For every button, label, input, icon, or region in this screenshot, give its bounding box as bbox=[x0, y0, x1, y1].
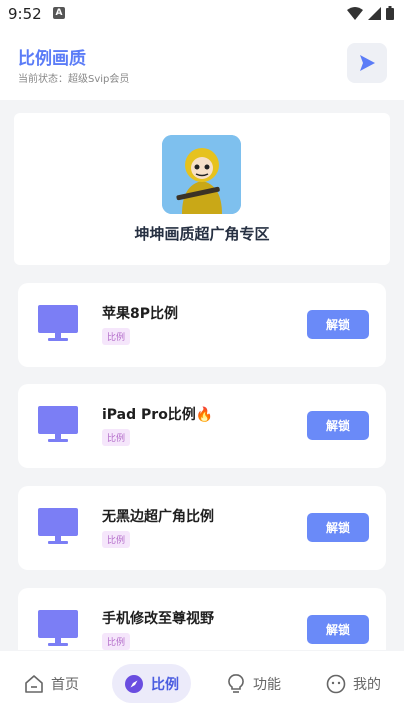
item-name: 手机修改至尊视野 bbox=[102, 611, 214, 627]
lightbulb-icon bbox=[228, 673, 244, 693]
system-icons bbox=[347, 6, 394, 20]
unlock-button[interactable]: 解锁 bbox=[307, 411, 369, 440]
battery-icon bbox=[386, 6, 394, 20]
bottom-navigation: 首页 比例 功能 我的 bbox=[0, 651, 404, 718]
list-item[interactable]: iPad Pro比例🔥 比例 解锁 bbox=[18, 384, 386, 468]
ratio-list[interactable]: 苹果8P比例 比例 解锁 iPad Pro比例🔥 比例 解锁 无黑边超广角比例 … bbox=[18, 283, 386, 650]
monitor-icon bbox=[38, 406, 78, 442]
hero-title: 坤坤画质超广角专区 bbox=[134, 225, 270, 243]
face-icon bbox=[326, 674, 346, 693]
nav-item-features[interactable]: 功能 bbox=[226, 664, 281, 703]
item-tag: 比例 bbox=[102, 531, 131, 548]
wifi-icon bbox=[347, 6, 363, 20]
status-bar: 9:52 A bbox=[0, 0, 404, 28]
unlock-button[interactable]: 解锁 bbox=[307, 615, 369, 644]
monitor-icon bbox=[38, 508, 78, 544]
home-icon bbox=[25, 674, 43, 693]
play-icon bbox=[360, 55, 375, 71]
nav-label: 我的 bbox=[353, 676, 381, 693]
notification-a-icon: A bbox=[53, 7, 65, 19]
item-tag: 比例 bbox=[102, 429, 131, 446]
nav-item-profile[interactable]: 我的 bbox=[326, 664, 381, 703]
list-item[interactable]: 苹果8P比例 比例 解锁 bbox=[18, 283, 386, 367]
compass-icon bbox=[125, 674, 143, 693]
nav-item-home[interactable]: 首页 bbox=[24, 664, 79, 703]
unlock-button[interactable]: 解锁 bbox=[307, 310, 369, 339]
nav-label: 首页 bbox=[51, 676, 79, 693]
list-item[interactable]: 无黑边超广角比例 比例 解锁 bbox=[18, 486, 386, 570]
page-title: 比例画质 bbox=[18, 49, 86, 69]
nav-item-ratio[interactable]: 比例 bbox=[112, 664, 191, 703]
status-time: 9:52 bbox=[8, 5, 42, 23]
list-item[interactable]: 手机修改至尊视野 比例 解锁 bbox=[18, 588, 386, 650]
membership-status: 当前状态：超级Svip会员 bbox=[18, 74, 130, 85]
hero-avatar-image bbox=[162, 135, 241, 214]
item-name: 无黑边超广角比例 bbox=[102, 509, 214, 525]
item-tag: 比例 bbox=[102, 633, 131, 650]
hero-banner: 坤坤画质超广角专区 bbox=[14, 113, 390, 265]
monitor-icon bbox=[38, 610, 78, 646]
monitor-icon bbox=[38, 305, 78, 341]
item-tag: 比例 bbox=[102, 328, 131, 345]
item-name: 苹果8P比例 bbox=[102, 306, 179, 322]
signal-icon bbox=[368, 6, 381, 20]
header: 比例画质 当前状态：超级Svip会员 bbox=[0, 28, 404, 100]
nav-label: 比例 bbox=[151, 676, 179, 693]
nav-label: 功能 bbox=[253, 676, 281, 693]
unlock-button[interactable]: 解锁 bbox=[307, 513, 369, 542]
play-button[interactable] bbox=[347, 43, 387, 83]
item-name: iPad Pro比例🔥 bbox=[102, 407, 214, 423]
